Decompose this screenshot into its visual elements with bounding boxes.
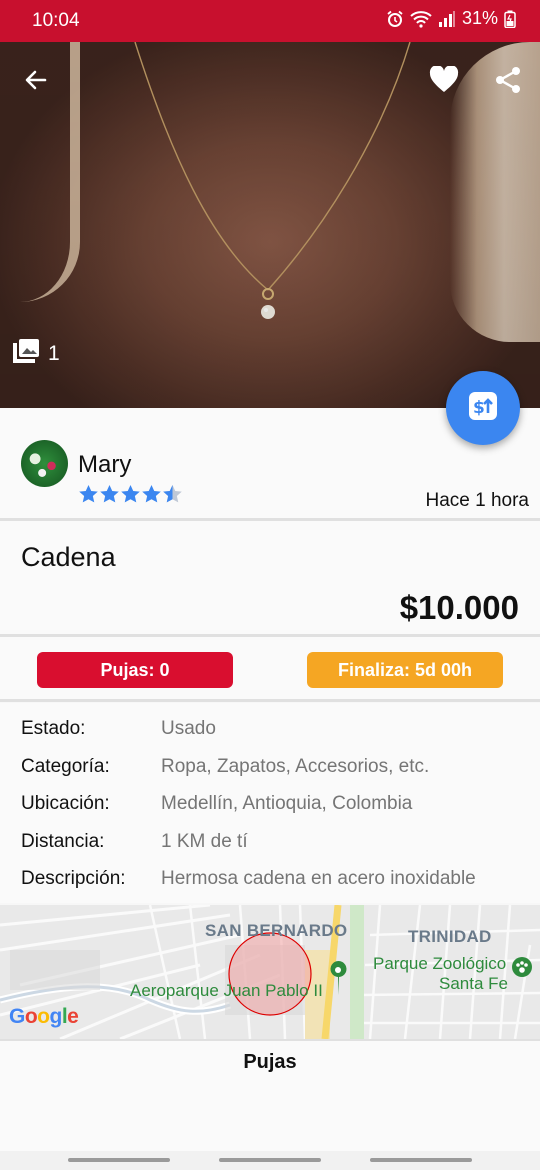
gallery-icon — [12, 338, 40, 370]
share-button[interactable] — [488, 62, 528, 102]
item-details: Estado: Usado Categoría: Ropa, Zapatos, … — [0, 703, 540, 903]
detail-label: Distancia: — [21, 831, 105, 852]
seller-rating — [79, 485, 182, 508]
detail-value: Hermosa cadena en acero inoxidable — [161, 868, 476, 889]
detail-row: Estado: Usado — [0, 718, 540, 748]
auction-badges: Pujas: 0 Finaliza: 5d 00h — [0, 637, 540, 699]
posted-time: Hace 1 hora — [425, 490, 529, 511]
detail-label: Estado: — [21, 718, 86, 739]
star-icon — [142, 485, 161, 508]
heart-icon — [429, 64, 459, 99]
star-half-icon — [163, 485, 182, 508]
alarm-icon — [386, 10, 404, 28]
bids-count-badge: Pujas: 0 — [37, 652, 233, 688]
detail-label: Descripción: — [21, 868, 126, 889]
back-arrow-icon — [23, 67, 49, 98]
share-icon — [494, 66, 522, 99]
item-title: Cadena — [21, 542, 116, 572]
detail-value: 1 KM de tí — [161, 831, 248, 852]
back-button[interactable] — [16, 62, 56, 102]
battery-icon — [504, 10, 516, 28]
favorite-button[interactable] — [424, 62, 464, 102]
status-bar: 10:04 31% — [0, 0, 540, 42]
item-price: $10.000 — [399, 589, 519, 626]
map-label-zoo-city: Santa Fe — [439, 974, 508, 993]
place-bid-button[interactable]: $ — [446, 371, 520, 445]
map-label-aeroparque: Aeroparque Juan Pablo II — [130, 981, 323, 1000]
nav-back[interactable] — [370, 1158, 472, 1162]
star-icon — [121, 485, 140, 508]
system-nav-bar — [0, 1151, 540, 1170]
status-icons: 31% — [386, 8, 516, 29]
signal-icon — [438, 10, 456, 28]
divider — [0, 699, 540, 702]
detail-label: Ubicación: — [21, 793, 110, 814]
detail-label: Categoría: — [21, 756, 110, 777]
detail-value: Ropa, Zapatos, Accesorios, etc. — [161, 756, 430, 777]
map-label-san-bernardo: SAN BERNARDO — [205, 921, 348, 940]
item-header: Cadena $10.000 — [0, 521, 540, 635]
svg-text:$: $ — [473, 398, 485, 418]
star-icon — [100, 485, 119, 508]
product-photo[interactable]: 1 — [0, 42, 540, 408]
detail-row: Descripción: Hermosa cadena en acero ino… — [0, 868, 540, 898]
status-time: 10:04 — [32, 10, 80, 31]
photo-count-value: 1 — [48, 342, 60, 365]
bids-title: Pujas — [243, 1051, 297, 1073]
bids-section: Pujas — [0, 1041, 540, 1151]
detail-value: Usado — [161, 718, 216, 739]
bid-money-icon: $ — [468, 391, 498, 426]
location-map[interactable]: SAN BERNARDO TRINIDAD Aeroparque Juan Pa… — [0, 905, 540, 1039]
detail-row: Categoría: Ropa, Zapatos, Accesorios, et… — [0, 756, 540, 786]
google-logo: Google — [9, 1005, 79, 1028]
seller-name[interactable]: Mary — [78, 451, 131, 479]
avatar[interactable] — [21, 440, 68, 487]
map-label-zoo: Parque Zoológico — [373, 954, 507, 973]
photo-count[interactable]: 1 — [12, 338, 60, 370]
detail-value: Medellín, Antioquia, Colombia — [161, 793, 413, 814]
star-icon — [79, 485, 98, 508]
nav-home[interactable] — [219, 1158, 321, 1162]
ends-in-badge: Finaliza: 5d 00h — [307, 652, 503, 688]
detail-row: Distancia: 1 KM de tí — [0, 831, 540, 861]
wifi-icon — [410, 10, 432, 28]
detail-row: Ubicación: Medellín, Antioquia, Colombia — [0, 793, 540, 823]
nav-recents[interactable] — [68, 1158, 170, 1162]
map-label-trinidad: TRINIDAD — [408, 927, 492, 946]
battery-percent: 31% — [461, 8, 498, 28]
